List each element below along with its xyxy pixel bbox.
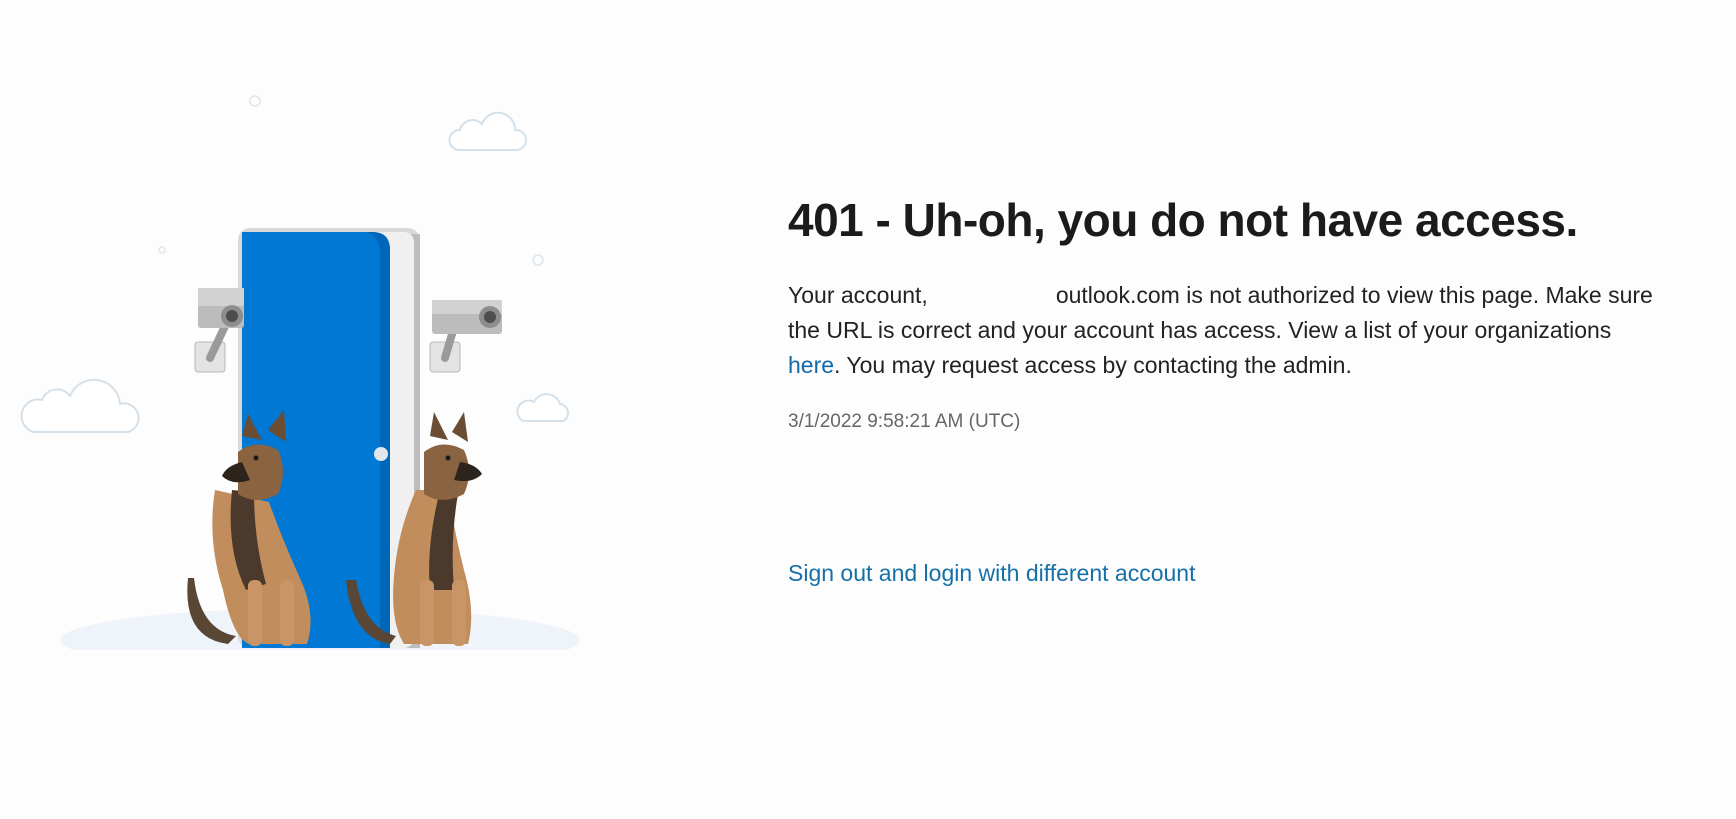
error-page: 401 - Uh-oh, you do not have access. You…	[0, 0, 1736, 819]
message-text: Your account,	[788, 282, 928, 308]
organizations-link[interactable]: here	[788, 352, 834, 378]
sparkle-dot	[532, 254, 544, 266]
sparkle-dot	[249, 95, 261, 107]
sparkle-dot	[158, 246, 166, 254]
message-text: . You may request access by contacting t…	[834, 352, 1352, 378]
error-content: 401 - Uh-oh, you do not have access. You…	[788, 192, 1688, 435]
cloud-icon	[448, 111, 527, 151]
door-knob	[374, 447, 388, 461]
page-title: 401 - Uh-oh, you do not have access.	[788, 194, 1578, 246]
cloud-icon	[516, 393, 569, 422]
cloud-icon	[20, 378, 140, 433]
guarded-door-illustration	[20, 80, 600, 650]
security-camera-icon	[429, 300, 502, 373]
error-message: Your account, outlook.com is not authoriz…	[788, 278, 1668, 383]
error-timestamp: 3/1/2022 9:58:21 AM (UTC)	[788, 411, 1021, 432]
security-camera-icon	[194, 288, 244, 373]
sign-out-link[interactable]: Sign out and login with different accoun…	[788, 557, 1195, 589]
